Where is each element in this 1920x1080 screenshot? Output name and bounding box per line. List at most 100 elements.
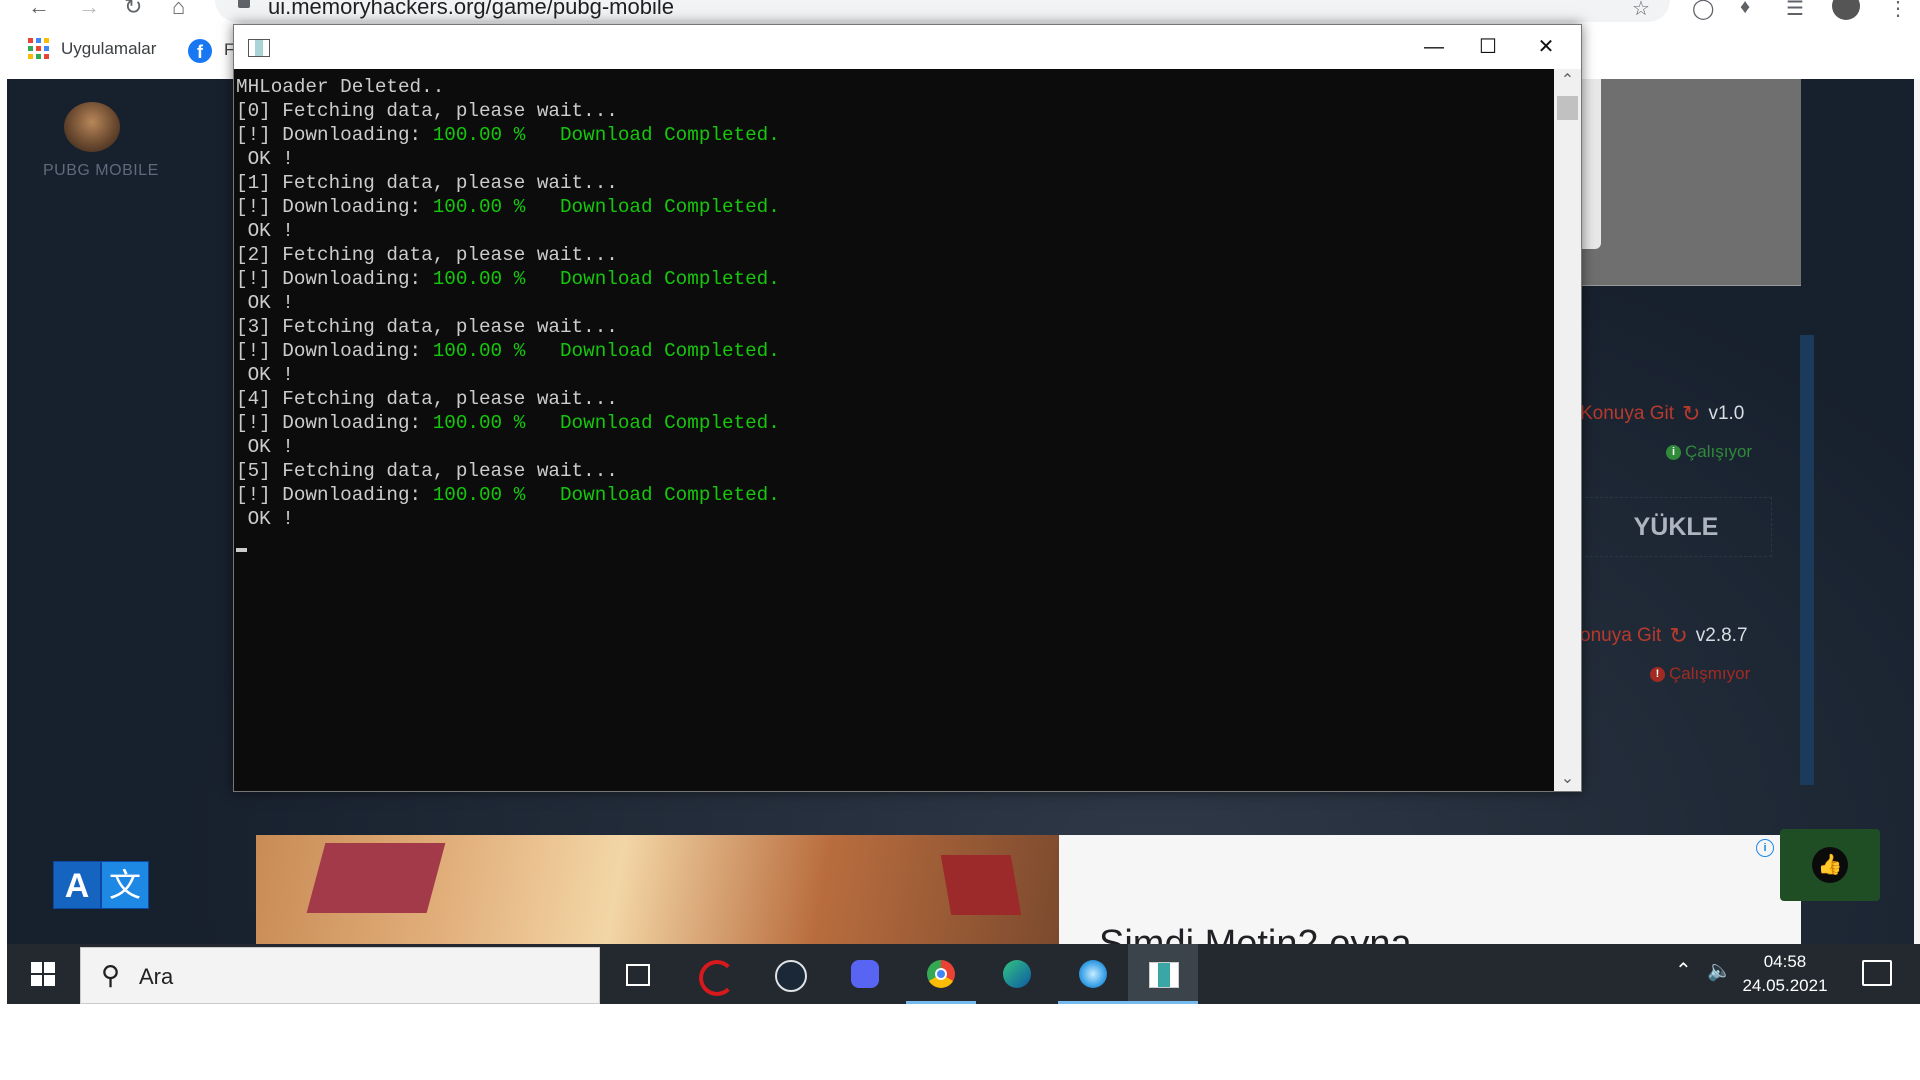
extensions-icon[interactable]: ♦ (1740, 0, 1750, 19)
console-success-text: 100.00 % Download Completed. (432, 484, 780, 506)
scroll-thumb[interactable] (1557, 96, 1578, 120)
console-line: [5] Fetching data, please wait... (236, 459, 780, 483)
console-text: [3] Fetching data, please wait... (236, 316, 618, 338)
url-text[interactable]: ui.memoryhackers.org/game/pubg-mobile (268, 0, 674, 20)
console-text: [1] Fetching data, please wait... (236, 172, 618, 194)
shield-icon[interactable]: ◯ (1692, 0, 1714, 21)
taskbar-search[interactable]: ⚲ Ara (80, 947, 600, 1004)
lock-icon (238, 0, 250, 8)
console-text: OK ! (236, 148, 294, 170)
console-line: MHLoader Deleted.. (236, 75, 780, 99)
clock[interactable]: 04:58 24.05.2021 (1725, 950, 1845, 998)
console-text: [0] Fetching data, please wait... (236, 100, 618, 122)
clock-date: 24.05.2021 (1742, 976, 1828, 995)
console-text: [!] Downloading: (236, 124, 433, 146)
console-line: OK ! (236, 147, 780, 171)
console-line: [1] Fetching data, please wait... (236, 171, 780, 195)
info-icon: i (1666, 445, 1681, 461)
console-success-text: 100.00 % Download Completed. (432, 124, 780, 146)
reload-icon[interactable]: ↻ (124, 0, 142, 18)
console-line: [!] Downloading: 100.00 % Download Compl… (236, 483, 780, 507)
console-text: OK ! (236, 364, 294, 386)
browser-edge (1914, 79, 1920, 1004)
forward-icon[interactable]: → (78, 0, 100, 18)
game-logo[interactable] (64, 102, 120, 152)
search-placeholder: Ara (139, 964, 174, 989)
star-icon[interactable]: ☆ (1632, 0, 1650, 21)
taskbar: ⚲ Ara ⌃ 🔈 04:58 24.05.2021 (7, 944, 1920, 1004)
like-button[interactable]: 👍 (1780, 829, 1880, 901)
refresh-icon[interactable]: ↻ (1669, 623, 1687, 649)
task-view-icon[interactable] (602, 944, 672, 1004)
console-line: [!] Downloading: 100.00 % Download Compl… (236, 339, 780, 363)
chevron-up-icon[interactable]: ⌃ (1675, 958, 1692, 983)
console-success-text: 100.00 % Download Completed. (432, 196, 780, 218)
topic-link[interactable]: Konuya Git (1580, 403, 1674, 425)
console-text: [5] Fetching data, please wait... (236, 460, 618, 482)
console-line: [!] Downloading: 100.00 % Download Compl… (236, 123, 780, 147)
back-icon[interactable]: ← (28, 0, 50, 18)
translate-glyph-icon: 文 (101, 861, 149, 909)
console-output[interactable]: MHLoader Deleted.. [0] Fetching data, ple… (234, 69, 1554, 791)
topic-link[interactable]: onuya Git (1580, 625, 1661, 647)
desktop-bottom-area (0, 1004, 1920, 1080)
alert-icon: ! (1650, 667, 1665, 683)
translate-a-icon: A (53, 861, 101, 909)
home-icon[interactable]: ⌂ (172, 0, 185, 18)
bookmark-apps[interactable]: Uygulamalar (28, 38, 156, 59)
console-scrollbar[interactable]: ⌃ ⌄ (1554, 69, 1581, 791)
cheat-version: v2.8.7 (1695, 625, 1748, 646)
cheat-row-2: onuya Git ↻ v2.8.7 (1580, 623, 1748, 649)
maximize-button[interactable]: ☐ (1455, 25, 1521, 69)
chrome-icon[interactable] (906, 944, 976, 1004)
discord-icon[interactable] (830, 944, 900, 1004)
facebook-icon[interactable]: f (188, 39, 212, 63)
console-line: [!] Downloading: 100.00 % Download Compl… (236, 195, 780, 219)
console-line: [!] Downloading: 100.00 % Download Compl… (236, 411, 780, 435)
console-text: [!] Downloading: (236, 484, 433, 506)
console-app-icon[interactable] (1128, 944, 1198, 1004)
ad-image[interactable] (256, 835, 1059, 944)
notification-icon[interactable] (1862, 960, 1892, 986)
avatar[interactable] (1832, 0, 1860, 20)
clock-time: 04:58 (1763, 952, 1807, 971)
console-text: OK ! (236, 508, 294, 530)
text-cursor (236, 548, 247, 552)
panel-scroll-bar (1800, 335, 1814, 785)
game-name[interactable]: PUBG MOBILE (43, 162, 159, 180)
console-line: [2] Fetching data, please wait... (236, 243, 780, 267)
console-line: [4] Fetching data, please wait... (236, 387, 780, 411)
edge-icon[interactable] (982, 944, 1052, 1004)
steam-icon[interactable] (754, 944, 824, 1004)
translate-button[interactable]: A 文 (53, 861, 149, 909)
refresh-icon[interactable]: ↻ (1682, 401, 1700, 427)
status-working: i Çalışıyor (1666, 442, 1752, 462)
menu-icon[interactable]: ⋮ (1888, 0, 1908, 21)
scroll-down-icon[interactable]: ⌄ (1554, 767, 1581, 791)
console-line: [3] Fetching data, please wait... (236, 315, 780, 339)
advertisement-banner[interactable]: Şimdi Metin2 oyna i (256, 835, 1801, 944)
ad-info-icon[interactable]: i (1756, 839, 1774, 857)
windows-start-icon[interactable] (31, 962, 55, 986)
thumbs-up-icon: 👍 (1812, 847, 1848, 883)
red-app-icon[interactable] (678, 944, 748, 1004)
close-button[interactable]: ✕ (1513, 25, 1579, 69)
console-lines: MHLoader Deleted.. [0] Fetching data, ple… (236, 75, 780, 531)
install-button[interactable]: YÜKLE (1580, 497, 1772, 557)
scroll-up-icon[interactable]: ⌃ (1554, 69, 1581, 93)
console-text: [2] Fetching data, please wait... (236, 244, 618, 266)
status-not-working: ! Çalışmıyor (1650, 664, 1750, 684)
cheat-version: v1.0 (1708, 403, 1745, 424)
console-titlebar[interactable]: — ☐ ✕ (234, 25, 1581, 69)
console-text: OK ! (236, 220, 294, 242)
console-line: [0] Fetching data, please wait... (236, 99, 780, 123)
search-icon: ⚲ (101, 960, 121, 990)
media-icon[interactable]: ☰ (1786, 0, 1804, 21)
bookmark-label: Uygulamalar (61, 38, 157, 58)
console-text: [!] Downloading: (236, 412, 433, 434)
blue-app-icon[interactable] (1058, 944, 1128, 1004)
ad-headline[interactable]: Şimdi Metin2 oyna (1099, 923, 1412, 944)
console-text: [!] Downloading: (236, 268, 433, 290)
cheat-row-1: Konuya Git ↻ v1.0 (1580, 401, 1744, 427)
console-window[interactable]: — ☐ ✕ MHLoader Deleted.. [0] Fetching dat… (233, 24, 1582, 792)
